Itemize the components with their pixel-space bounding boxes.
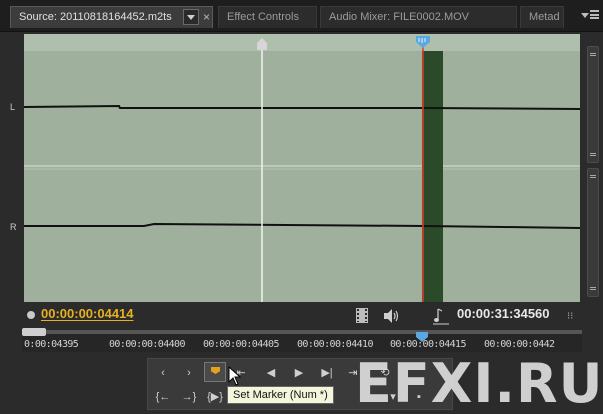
- ruler-playhead-icon[interactable]: [416, 332, 428, 342]
- set-marker-button[interactable]: [204, 362, 226, 382]
- source-dropdown-icon[interactable]: [183, 9, 199, 25]
- mark-in-button[interactable]: ‹: [152, 363, 174, 383]
- ruler-tick-label: 00:00:00:04400: [109, 339, 185, 350]
- tab-audio-mixer[interactable]: Audio Mixer: FILE0002.MOV: [320, 6, 517, 28]
- watermark-text: EFXI.RU: [355, 352, 603, 414]
- current-timecode[interactable]: 00:00:00:04414: [41, 306, 134, 321]
- in-point-handle-icon[interactable]: [257, 38, 267, 50]
- drag-audio-icon[interactable]: [383, 308, 401, 324]
- channel-left-scrollbar[interactable]: [587, 46, 599, 163]
- channel-label-right: R: [10, 222, 17, 232]
- channel-label-left: L: [10, 102, 16, 112]
- play-stop-button[interactable]: ▶: [288, 363, 310, 383]
- tab-source-label: Source: 20110818164452.m2ts: [19, 11, 172, 23]
- tab-effect-controls-label: Effect Controls: [227, 11, 299, 23]
- audio-meter-icon[interactable]: [432, 307, 450, 325]
- ruler-tick-label: 00:00:00:04410: [297, 339, 373, 350]
- go-to-in-button[interactable]: {←: [152, 387, 174, 407]
- playhead-indicator-icon: [27, 311, 35, 319]
- play-in-to-out-button[interactable]: {▶}: [204, 387, 226, 407]
- mouse-cursor-icon: [228, 366, 242, 386]
- waveform-graphic: [24, 34, 580, 302]
- ruler-tick-label: 00:00:00:04405: [203, 339, 279, 350]
- playhead-handle-icon[interactable]: [416, 36, 430, 48]
- tooltip: Set Marker (Num *): [227, 386, 334, 404]
- audio-waveform-display[interactable]: [24, 34, 580, 302]
- tab-audio-mixer-label: Audio Mixer: FILE0002.MOV: [329, 11, 470, 23]
- go-to-out-button[interactable]: →}: [178, 387, 200, 407]
- tab-metadata-label: Metad: [529, 11, 560, 23]
- tab-metadata[interactable]: Metad: [520, 6, 564, 28]
- time-ruler[interactable]: 0:00:04395 00:00:00:04400 00:00:00:04405…: [22, 328, 582, 352]
- zoom-scroll-thumb[interactable]: [22, 328, 46, 336]
- tab-effect-controls[interactable]: Effect Controls: [218, 6, 317, 28]
- channel-right-scrollbar[interactable]: [587, 168, 599, 297]
- panel-tab-bar: Source: 20110818164452.m2ts × Effect Con…: [0, 0, 603, 32]
- ruler-tick-label: 00:00:00:0442: [484, 339, 555, 350]
- tab-close-icon[interactable]: ×: [203, 7, 210, 27]
- drag-video-icon[interactable]: [356, 308, 368, 323]
- step-back-button[interactable]: ◀: [260, 363, 282, 383]
- step-forward-button[interactable]: ▶|: [316, 363, 338, 383]
- panel-menu-icon[interactable]: [581, 10, 599, 24]
- zoom-scroll-bar[interactable]: [22, 328, 582, 336]
- mark-out-button[interactable]: ›: [178, 363, 200, 383]
- timecode-row: 00:00:00:04414 00:00:31:34560 ⁝⁝: [0, 304, 603, 328]
- settings-icon[interactable]: ⁝⁝: [567, 311, 579, 322]
- ruler-tick-label: 0:00:04395: [24, 339, 79, 350]
- tab-source[interactable]: Source: 20110818164452.m2ts ×: [10, 6, 213, 28]
- duration-timecode: 00:00:31:34560: [457, 306, 550, 321]
